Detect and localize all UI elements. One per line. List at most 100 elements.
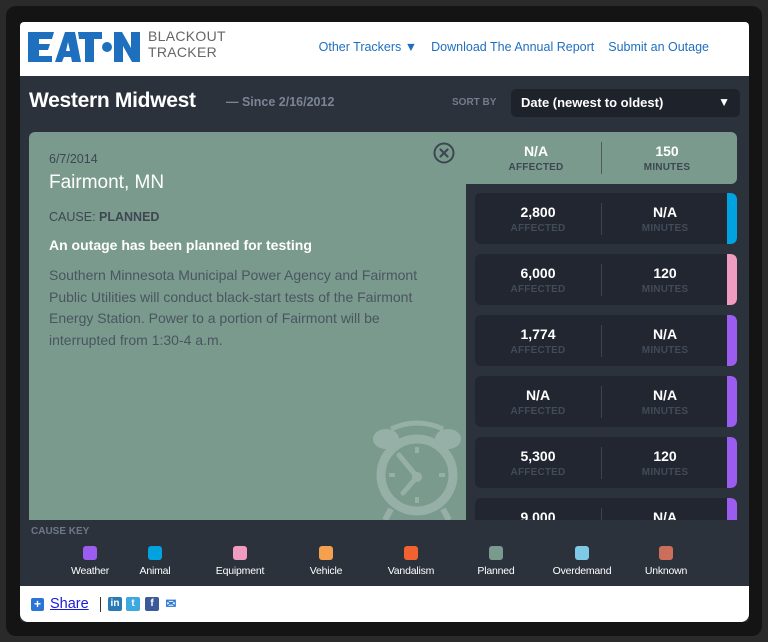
cause-color-bar xyxy=(727,193,737,244)
detail-location: Fairmont, MN xyxy=(49,172,165,193)
outage-affected-label: AFFECTED xyxy=(510,406,566,417)
outage-list-item[interactable]: 6,000 AFFECTED 120 MINUTES xyxy=(475,254,737,305)
detail-affected-label: AFFECTED xyxy=(508,162,564,173)
nav-links: Other Trackers ▼ Download The Annual Rep… xyxy=(319,40,709,54)
eaton-logo[interactable] xyxy=(28,30,140,64)
outage-stat-pair: N/A AFFECTED N/A MINUTES xyxy=(475,386,728,418)
detail-affected: N/A AFFECTED xyxy=(471,143,601,173)
outage-affected-label: AFFECTED xyxy=(510,345,566,356)
detail-minutes-label: MINUTES xyxy=(643,162,691,173)
detail-minutes-value: 150 xyxy=(655,143,679,159)
outage-list-item[interactable]: 1,774 AFFECTED N/A MINUTES xyxy=(475,315,737,366)
cause-key-item-animal: Animal xyxy=(110,546,200,577)
outage-minutes-value: N/A xyxy=(652,387,678,403)
title-row: Western Midwest — Since 2/16/2012 SORT B… xyxy=(20,76,749,132)
top-bar: BLACKOUT TRACKER Other Trackers ▼ Downlo… xyxy=(20,22,749,76)
region-since: — Since 2/16/2012 xyxy=(226,95,335,109)
submit-outage-link[interactable]: Submit an Outage xyxy=(608,40,709,54)
outage-affected: 9,000AFFECTED xyxy=(475,509,601,520)
app-title: BLACKOUT TRACKER xyxy=(148,28,226,60)
cause-key-label: Vandalism xyxy=(387,565,435,577)
cause-swatch xyxy=(659,546,673,560)
cause-key-label: Animal xyxy=(139,565,171,577)
outage-stat-pair: 9,000AFFECTEDN/AMINUTES xyxy=(475,508,728,520)
cause-key-label: Planned xyxy=(477,565,515,577)
outage-minutes-label: MINUTES xyxy=(641,467,689,478)
blackout-tracker-app: BLACKOUT TRACKER Other Trackers ▼ Downlo… xyxy=(20,22,749,622)
outage-minutes-label: MINUTES xyxy=(641,406,689,417)
outage-affected: 1,774 AFFECTED xyxy=(475,326,601,356)
outage-minutes: N/A MINUTES xyxy=(602,326,728,356)
cause-swatch xyxy=(83,546,97,560)
outage-affected: 2,800 AFFECTED xyxy=(475,204,601,234)
cause-label: CAUSE: xyxy=(49,210,96,224)
sort-by-label: SORT BY xyxy=(452,97,497,108)
outage-affected-label: AFFECTED xyxy=(510,223,566,234)
outage-affected: 6,000 AFFECTED xyxy=(475,265,601,295)
cause-key-item-equipment: Equipment xyxy=(195,546,285,577)
outage-minutes: N/A MINUTES xyxy=(602,387,728,417)
cause-color-bar xyxy=(727,376,737,427)
app-title-line1: BLACKOUT xyxy=(148,28,226,44)
outage-affected-value: 5,300 xyxy=(520,448,556,464)
cause-key-title: CAUSE KEY xyxy=(31,526,90,537)
outage-minutes-value: 120 xyxy=(653,448,677,464)
detail-affected-value: N/A xyxy=(523,143,549,159)
cause-key-label: Overdemand xyxy=(552,565,612,577)
cause-key-item-unknown: Unknown xyxy=(621,546,711,577)
outage-minutes-value: N/A xyxy=(652,509,678,520)
outage-detail: 6/7/2014 Fairmont, MN CAUSE: PLANNED An … xyxy=(29,132,737,520)
alarm-clock-icon xyxy=(373,420,461,520)
cause-color-bar xyxy=(727,315,737,366)
outage-affected-value: 2,800 xyxy=(520,204,556,220)
email-icon[interactable]: ✉ xyxy=(164,597,178,611)
outage-affected-value: N/A xyxy=(525,387,551,403)
cause-key-item-planned: Planned xyxy=(451,546,541,577)
footer: + Share in t f ✉ xyxy=(20,586,749,622)
outage-minutes: N/AMINUTES xyxy=(602,204,728,234)
cause-value: PLANNED xyxy=(99,210,160,224)
outage-affected-value: 9,000 xyxy=(520,509,556,520)
outage-list-item[interactable]: 2,800 AFFECTED N/A MINUTES xyxy=(475,193,737,244)
outage-list-item[interactable]: 5,300 AFFECTED 120 MINUTES xyxy=(475,437,737,488)
outage-affected: 5,300 AFFECTED xyxy=(475,448,601,478)
linkedin-icon[interactable]: in xyxy=(108,597,122,611)
cause-key-item-vandalism: Vandalism xyxy=(366,546,456,577)
outage-affected-label: AFFECTED xyxy=(510,467,566,478)
cause-key-label: Unknown xyxy=(644,565,688,577)
outage-minutes-value: 120 xyxy=(653,265,677,281)
detail-cause: CAUSE: PLANNED xyxy=(49,210,159,224)
sort-selected-value: Date (newest to oldest) xyxy=(521,95,664,110)
sort-select[interactable]: Date (newest to oldest) ▼ xyxy=(511,89,740,117)
cause-key-item-overdemand: Overdemand xyxy=(537,546,627,577)
divider xyxy=(100,597,101,612)
cause-swatch xyxy=(148,546,162,560)
cause-swatch xyxy=(489,546,503,560)
download-annual-report-link[interactable]: Download The Annual Report xyxy=(431,40,594,54)
outage-list-item[interactable]: 9,000AFFECTEDN/AMINUTES xyxy=(475,498,737,520)
cause-swatch xyxy=(233,546,247,560)
detail-card: 6/7/2014 Fairmont, MN CAUSE: PLANNED An … xyxy=(29,132,466,520)
close-icon[interactable] xyxy=(433,142,455,164)
facebook-icon[interactable]: f xyxy=(145,597,159,611)
share-link[interactable]: Share xyxy=(50,596,89,612)
outage-minutes: 120 MINUTES xyxy=(602,265,728,295)
cause-key-label: Vehicle xyxy=(309,565,343,577)
cause-color-bar xyxy=(727,498,737,520)
outage-affected-value: 6,000 xyxy=(520,265,556,281)
outage-list-item[interactable]: N/A AFFECTED N/A MINUTES xyxy=(475,376,737,427)
outage-minutes-label: MINUTES xyxy=(641,284,689,295)
outage-list[interactable]: 2,800 AFFECTED N/A MINUTES 6,000 AFFECTED 120 M… xyxy=(466,184,737,520)
share-plus-icon[interactable]: + xyxy=(31,598,44,611)
outage-stat-pair: 2,800 AFFECTED N/A MINUTES xyxy=(475,203,728,235)
outage-minutes-label: MINUTES xyxy=(641,345,689,356)
twitter-icon[interactable]: t xyxy=(126,597,140,611)
other-trackers-link[interactable]: Other Trackers ▼ xyxy=(319,40,418,54)
outage-stat-pair: 1,774 AFFECTED N/A MINUTES xyxy=(475,325,728,357)
cause-key-label: Equipment xyxy=(215,565,265,577)
detail-stats: N/A AFFECTED 150 MINUTES xyxy=(466,132,737,184)
outage-stat-pair: 6,000 AFFECTED 120 MINUTES xyxy=(475,264,728,296)
detail-minutes: 150 MINUTES xyxy=(602,143,732,173)
outage-minutes: N/AMINUTES xyxy=(602,509,728,520)
outage-minutes-value: N/A xyxy=(652,326,678,342)
